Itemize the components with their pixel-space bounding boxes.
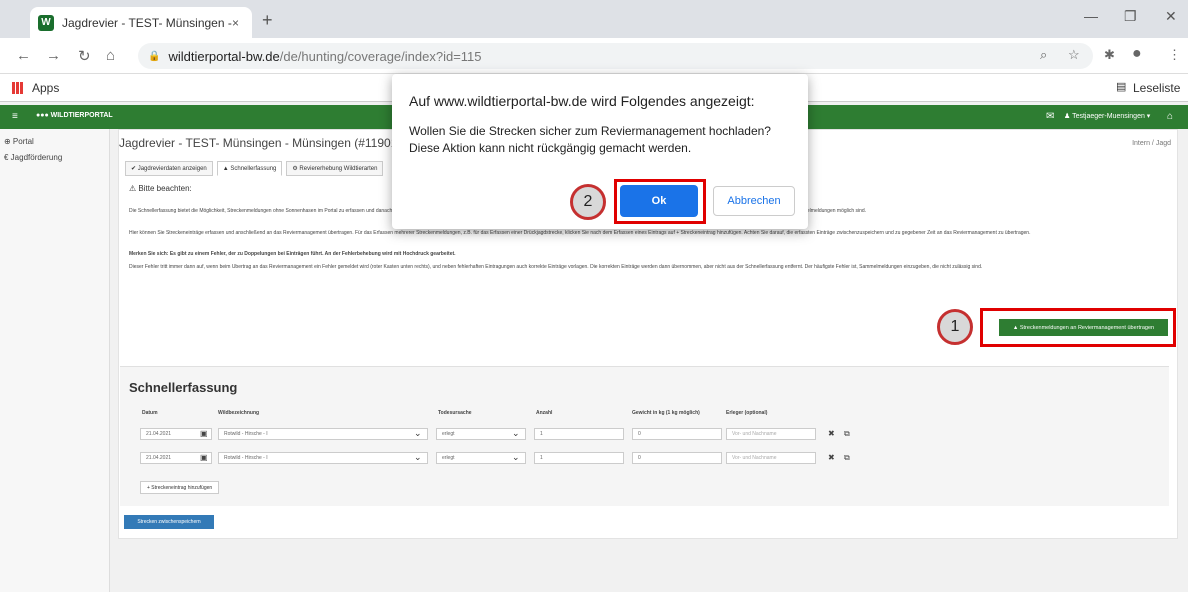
tab-bar: W Jagdrevier - TEST- Münsingen - | × + —… — [0, 0, 1188, 38]
column-header: Todesursache — [438, 410, 472, 416]
wildart-select[interactable]: Rotwild - Hirsche - I — [218, 428, 428, 440]
reload-icon[interactable]: ↻ — [78, 47, 91, 65]
ok-button[interactable]: Ok — [620, 185, 698, 217]
address-toolbar: ← → ↻ ⌂ 🔒 wildtierportal-bw.de/de/huntin… — [0, 38, 1188, 74]
tab-jagdrevierdaten[interactable]: ✔ Jagdrevierdaten anzeigen — [125, 161, 213, 176]
calendar-icon[interactable]: ▣ — [200, 429, 208, 438]
restore-icon[interactable]: ❐ — [1124, 8, 1137, 25]
chevron-down-icon[interactable]: ⌄ — [512, 428, 520, 439]
star-icon[interactable]: ☆ — [1068, 47, 1080, 63]
close-window-icon[interactable]: ✕ — [1165, 8, 1177, 25]
browser-window: W Jagdrevier - TEST- Münsingen - | × + —… — [0, 0, 1188, 592]
chevron-down-icon[interactable]: ⌄ — [414, 428, 422, 439]
copy-icon[interactable]: ⧉ — [844, 453, 850, 463]
info-paragraph: Dieser Fehler tritt immer dann auf, wenn… — [129, 264, 983, 270]
save-entries-button[interactable]: Strecken zwischenspeichern — [124, 515, 214, 529]
cancel-button[interactable]: Abbrechen — [713, 186, 795, 216]
column-header: Gewicht in kg (1 kg möglich) — [632, 410, 700, 416]
browser-tab[interactable]: W Jagdrevier - TEST- Münsingen - | × — [30, 7, 252, 38]
hamburger-icon[interactable]: ≡ — [12, 111, 18, 122]
back-icon[interactable]: ← — [16, 47, 31, 64]
gewicht-input[interactable]: 0 — [632, 452, 722, 464]
delete-icon[interactable]: ✖ — [828, 453, 835, 462]
user-menu[interactable]: ♟ Testjaeger-Muensingen ▾ — [1064, 112, 1150, 120]
url-host: wildtierportal-bw.de — [168, 48, 280, 64]
column-header: Erleger (optional) — [726, 410, 768, 416]
section-title: Schnellerfassung — [129, 380, 238, 395]
anzahl-input[interactable]: 1 — [534, 428, 624, 440]
column-header: Datum — [142, 410, 158, 416]
extensions-icon[interactable]: ✱ — [1104, 47, 1115, 63]
dialog-message: Wollen Sie die Strecken sicher zum Revie… — [409, 123, 771, 157]
zoom-icon[interactable]: ⌕ — [1040, 47, 1047, 63]
reading-list-link[interactable]: Leseliste — [1133, 81, 1180, 95]
breadcrumb[interactable]: Intern / Jagd — [1132, 140, 1171, 147]
home-nav-icon[interactable]: ⌂ — [1167, 111, 1173, 122]
upload-to-reviermanagement-button[interactable]: ▲ Streckenmeldungen an Reviermanagement … — [999, 319, 1168, 336]
chevron-down-icon[interactable]: ⌄ — [414, 452, 422, 463]
app-logo[interactable]: ●●● WILDTIERPORTAL — [36, 112, 113, 119]
mail-icon[interactable]: ✉ — [1046, 111, 1054, 122]
step-marker-1: 1 — [937, 309, 973, 345]
reading-list-icon[interactable]: ▤ — [1116, 80, 1126, 93]
apps-link[interactable]: Apps — [32, 81, 59, 95]
new-tab-icon[interactable]: + — [262, 10, 273, 31]
profile-icon[interactable]: ● — [1132, 45, 1142, 63]
gewicht-input[interactable]: 0 — [632, 428, 722, 440]
sidebar-item-portal[interactable]: ⊕ Portal — [4, 137, 34, 146]
sidebar-item-jagdfoerderung[interactable]: € Jagdförderung — [4, 153, 62, 162]
forward-icon[interactable]: → — [46, 47, 61, 64]
step-marker-2: 2 — [570, 184, 606, 220]
minimize-icon[interactable]: — — [1084, 8, 1098, 24]
subtabs: ✔ Jagdrevierdaten anzeigen ▲ Schnellerfa… — [125, 161, 384, 176]
url-input[interactable]: 🔒 wildtierportal-bw.de/de/hunting/covera… — [138, 43, 1093, 69]
dialog-heading: Auf www.wildtierportal-bw.de wird Folgen… — [409, 93, 755, 109]
url-path: /de/hunting/coverage/index?id=115 — [279, 48, 482, 64]
tab-close-icon[interactable]: × — [232, 16, 239, 30]
wildart-select[interactable]: Rotwild - Hirsche - I — [218, 452, 428, 464]
chevron-down-icon[interactable]: ⌄ — [512, 452, 520, 463]
column-header: Wildbezeichnung — [218, 410, 260, 416]
apps-icon[interactable] — [12, 82, 24, 94]
delete-icon[interactable]: ✖ — [828, 429, 835, 438]
warning-paragraph: Merken Sie sich: Es gibt zu einem Fehler… — [129, 251, 456, 257]
schnellerfassung-panel: Schnellerfassung Datum Wildbezeichnung T… — [120, 366, 1169, 506]
erleger-input[interactable]: Vor- und Nachname — [726, 428, 816, 440]
note-title: ⚠ Bitte beachten: — [129, 184, 192, 193]
sidebar: ⊕ Portal € Jagdförderung — [0, 129, 110, 592]
tab-reviererhebung[interactable]: ⚙ Reviererhebung Wildtierarten — [286, 161, 384, 176]
add-entry-button[interactable]: + Streckeneintrag hinzufügen — [140, 481, 220, 494]
lock-icon: 🔒 — [148, 50, 161, 62]
calendar-icon[interactable]: ▣ — [200, 453, 208, 462]
column-header: Anzahl — [536, 410, 553, 416]
page-title: Jagdrevier - TEST- Münsingen - Münsingen… — [119, 136, 433, 150]
copy-icon[interactable]: ⧉ — [844, 429, 850, 439]
anzahl-input[interactable]: 1 — [534, 452, 624, 464]
tab-title: Jagdrevier - TEST- Münsingen - | — [62, 15, 232, 30]
dialog-message-line: Diese Aktion kann nicht rückgängig gemac… — [409, 141, 692, 155]
erleger-input[interactable]: Vor- und Nachname — [726, 452, 816, 464]
home-icon[interactable]: ⌂ — [106, 47, 115, 64]
info-paragraph: Hier können Sie Streckeneinträge erfasse… — [129, 230, 1031, 236]
menu-icon[interactable]: ⋮ — [1168, 47, 1181, 63]
dialog-message-line: Wollen Sie die Strecken sicher zum Revie… — [409, 124, 771, 138]
tab-schnellerfassung[interactable]: ▲ Schnellerfassung — [216, 161, 283, 176]
favicon-icon: W — [38, 14, 54, 31]
